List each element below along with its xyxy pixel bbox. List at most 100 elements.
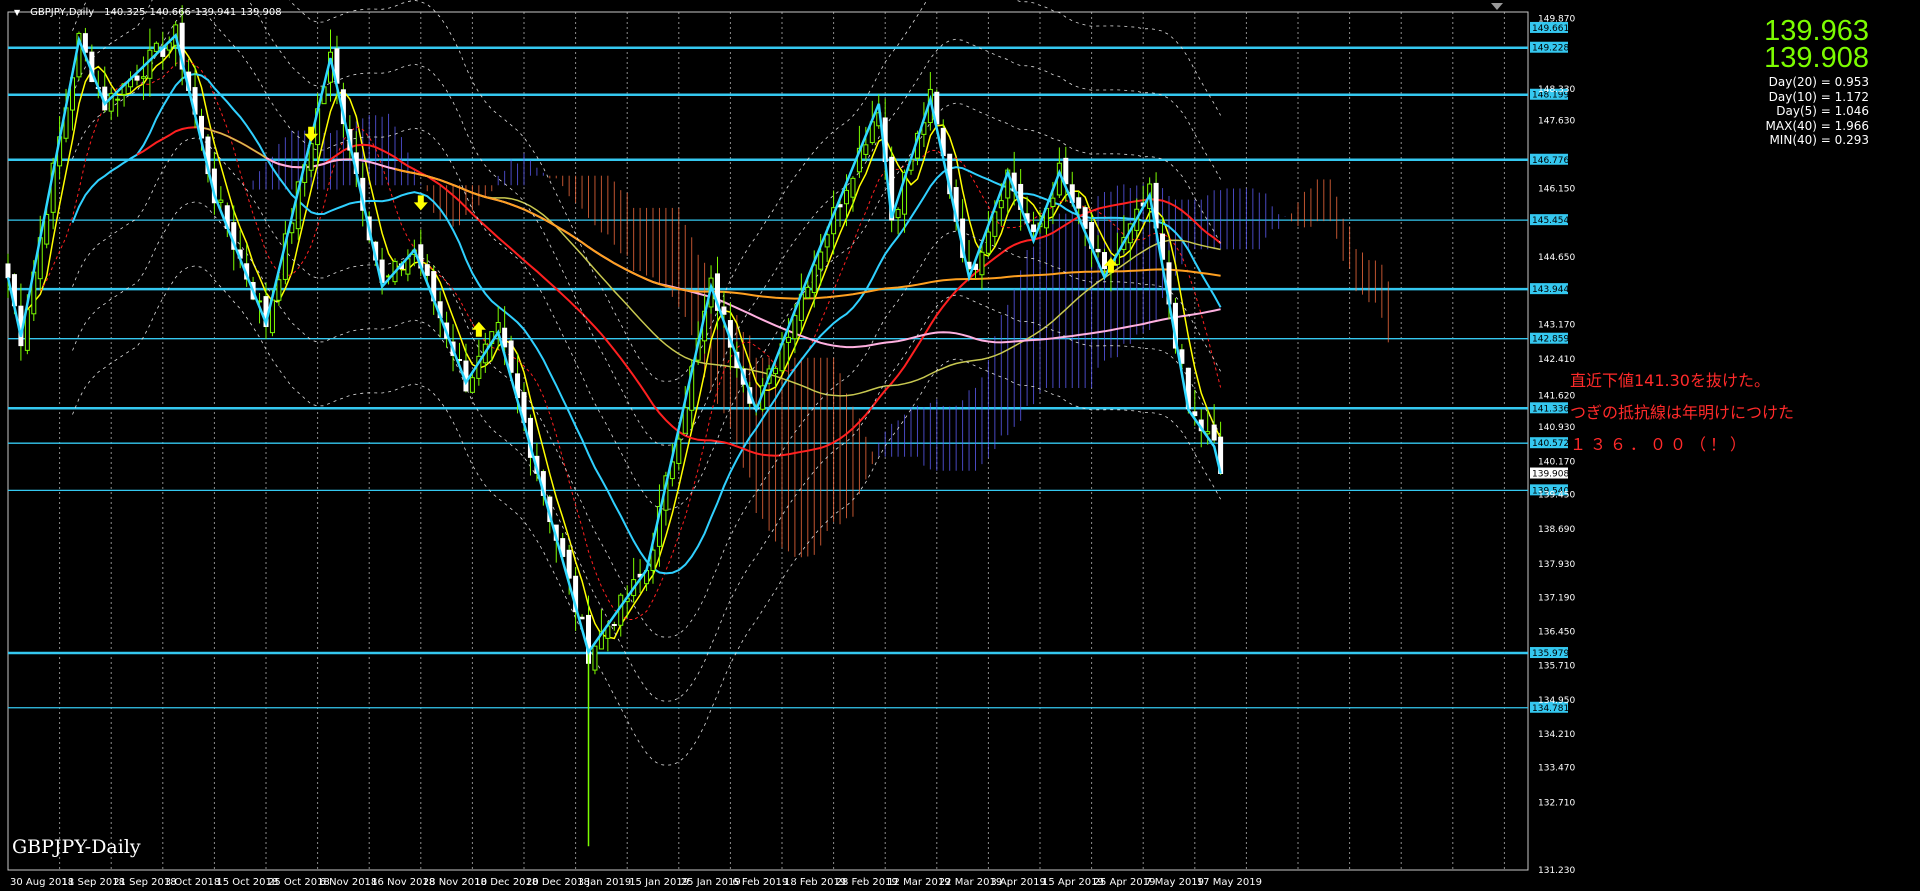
- candle-bear: [1211, 424, 1217, 441]
- open-value: 140.325: [104, 7, 146, 18]
- price-axis-tick: 134.950: [1538, 696, 1575, 706]
- candle-bear: [5, 263, 11, 279]
- price-axis-tick: 149.870: [1538, 14, 1575, 24]
- candle-bear: [1095, 248, 1101, 253]
- stat-day5: Day(5) = 1.046: [1776, 104, 1869, 118]
- time-axis: 30 Aug 201811 Sep 201821 Sep 20183 Oct 2…: [10, 877, 1262, 888]
- chart-shift-marker-icon[interactable]: [1491, 3, 1503, 10]
- level-label: 143.944: [1532, 285, 1569, 295]
- annotation-text: 直近下値141.30を抜けた。 つぎの抵抗線は年明けにつけた １３６．００（！）: [1570, 365, 1794, 461]
- candle-bull: [218, 199, 224, 203]
- candle-bull: [863, 144, 869, 155]
- price-axis-tick: 133.470: [1538, 764, 1575, 774]
- candle-bull: [44, 213, 50, 245]
- chart-frame: 149.661 149.228 148.199 146.776 145.454 143.9…: [0, 0, 1920, 891]
- candle-bull: [676, 438, 682, 464]
- candle-bull: [1050, 197, 1056, 207]
- stat-day20: Day(20) = 0.953: [1768, 75, 1869, 89]
- annotation-line-3: １３６．００（！）: [1570, 435, 1751, 454]
- candle-bull: [140, 76, 146, 79]
- candle-bull: [147, 49, 153, 79]
- ma-21-line: [71, 72, 1222, 575]
- price-axis-tick: 139.450: [1538, 490, 1575, 500]
- candle-bull: [844, 189, 849, 205]
- level-label: 146.776: [1532, 156, 1569, 166]
- range-stats: Day(20) = 0.953 Day(10) = 1.172 Day(5) =…: [1766, 75, 1869, 148]
- time-axis-label: 3 Oct 2018: [165, 877, 220, 888]
- time-axis-label: 3 Jan 2019: [578, 877, 632, 888]
- chart-header: ▼ GBPJPY,Daily 140.325 140.666 139.941 139.90…: [14, 7, 282, 18]
- price-axis-tick: 131.230: [1538, 866, 1575, 876]
- candle-bear: [502, 327, 508, 348]
- price-axis-tick: 135.710: [1538, 661, 1575, 671]
- current-price-label: 139.908: [1532, 470, 1569, 480]
- candle-bear: [1102, 252, 1107, 270]
- stat-max40: MAX(40) = 1.966: [1765, 118, 1869, 133]
- candle-bull: [773, 367, 779, 375]
- arrow-up-icon: [471, 321, 486, 337]
- level-label: 140.572: [1532, 439, 1569, 449]
- time-axis-label: 6 Feb 2019: [732, 877, 788, 888]
- candle-bear: [508, 340, 514, 373]
- candle-bull: [115, 98, 121, 101]
- collapse-triangle-icon[interactable]: ▼: [14, 8, 20, 17]
- candle-bull: [992, 211, 998, 237]
- level-label: 142.859: [1532, 335, 1569, 345]
- high-value: 140.666: [149, 7, 191, 18]
- candle-bull: [895, 208, 901, 219]
- stat-day10: Day(10) = 1.172: [1768, 89, 1869, 104]
- chart-watermark: GBPJPY-Daily: [12, 836, 141, 858]
- level-label: 141.336: [1532, 404, 1569, 414]
- symbol-label: GBPJPY,Daily: [30, 7, 95, 18]
- candle-bull: [153, 42, 159, 52]
- band-lower-line: [72, 265, 1221, 766]
- candle-bull: [979, 251, 985, 276]
- price-axis-tick: 142.410: [1538, 355, 1575, 365]
- arrow-down-icon: [413, 195, 428, 211]
- candlesticks: [5, 5, 1224, 847]
- time-axis-label: 3 Apr 2019: [990, 877, 1045, 888]
- price-axis-tick: 132.710: [1538, 798, 1575, 808]
- candle-bull: [592, 645, 598, 671]
- price-axis-tick: 137.930: [1538, 560, 1575, 570]
- price-axis-tick: 144.650: [1538, 253, 1575, 263]
- candle-bull: [469, 377, 475, 393]
- candle-bear: [134, 75, 140, 81]
- price-axis-tick: 136.450: [1538, 628, 1575, 638]
- price-axis-tick: 148.330: [1538, 85, 1575, 95]
- candle-bull: [785, 336, 791, 343]
- candle-bear: [611, 623, 617, 626]
- ask-price: 139.963: [1764, 15, 1869, 47]
- candle-bull: [811, 264, 817, 294]
- candle-bear: [1063, 157, 1069, 185]
- level-label: 149.661: [1532, 24, 1569, 34]
- candle-bull: [985, 231, 991, 254]
- candle-bear: [721, 306, 727, 315]
- ma-100-line: [265, 157, 1221, 349]
- ma-5-line: [26, 42, 1222, 640]
- annotation-line-1: 直近下値141.30を抜けた。: [1570, 371, 1770, 390]
- candle-bear: [1082, 207, 1088, 229]
- time-axis-label: 17 May 2019: [1197, 877, 1262, 888]
- price-axis-tick: 134.210: [1538, 730, 1575, 740]
- close-value: 139.908: [240, 7, 282, 18]
- candle-bear: [566, 549, 572, 579]
- stat-min40: MIN(40) = 0.293: [1769, 133, 1869, 147]
- time-axis-label: 7 May 2019: [1145, 877, 1204, 888]
- price-axis-tick: 138.690: [1538, 525, 1575, 535]
- candle-bear: [424, 264, 430, 276]
- level-label: 135.979: [1532, 649, 1569, 659]
- price-axis-tick: 147.630: [1538, 117, 1575, 127]
- price-axis-tick: 137.190: [1538, 594, 1575, 604]
- candle-bull: [818, 251, 824, 270]
- bid-price: 139.908: [1764, 42, 1869, 74]
- price-axis-tick: 143.170: [1538, 320, 1575, 330]
- candle-bull: [405, 258, 411, 275]
- candle-bear: [579, 616, 585, 620]
- candle-bull: [792, 315, 798, 340]
- candle-bear: [1031, 224, 1037, 233]
- annotation-line-2: つぎの抵抗線は年明けにつけた: [1570, 403, 1795, 422]
- price-axis-tick: 146.150: [1538, 184, 1575, 194]
- candle-bull: [805, 286, 811, 299]
- candle-bull: [850, 177, 856, 198]
